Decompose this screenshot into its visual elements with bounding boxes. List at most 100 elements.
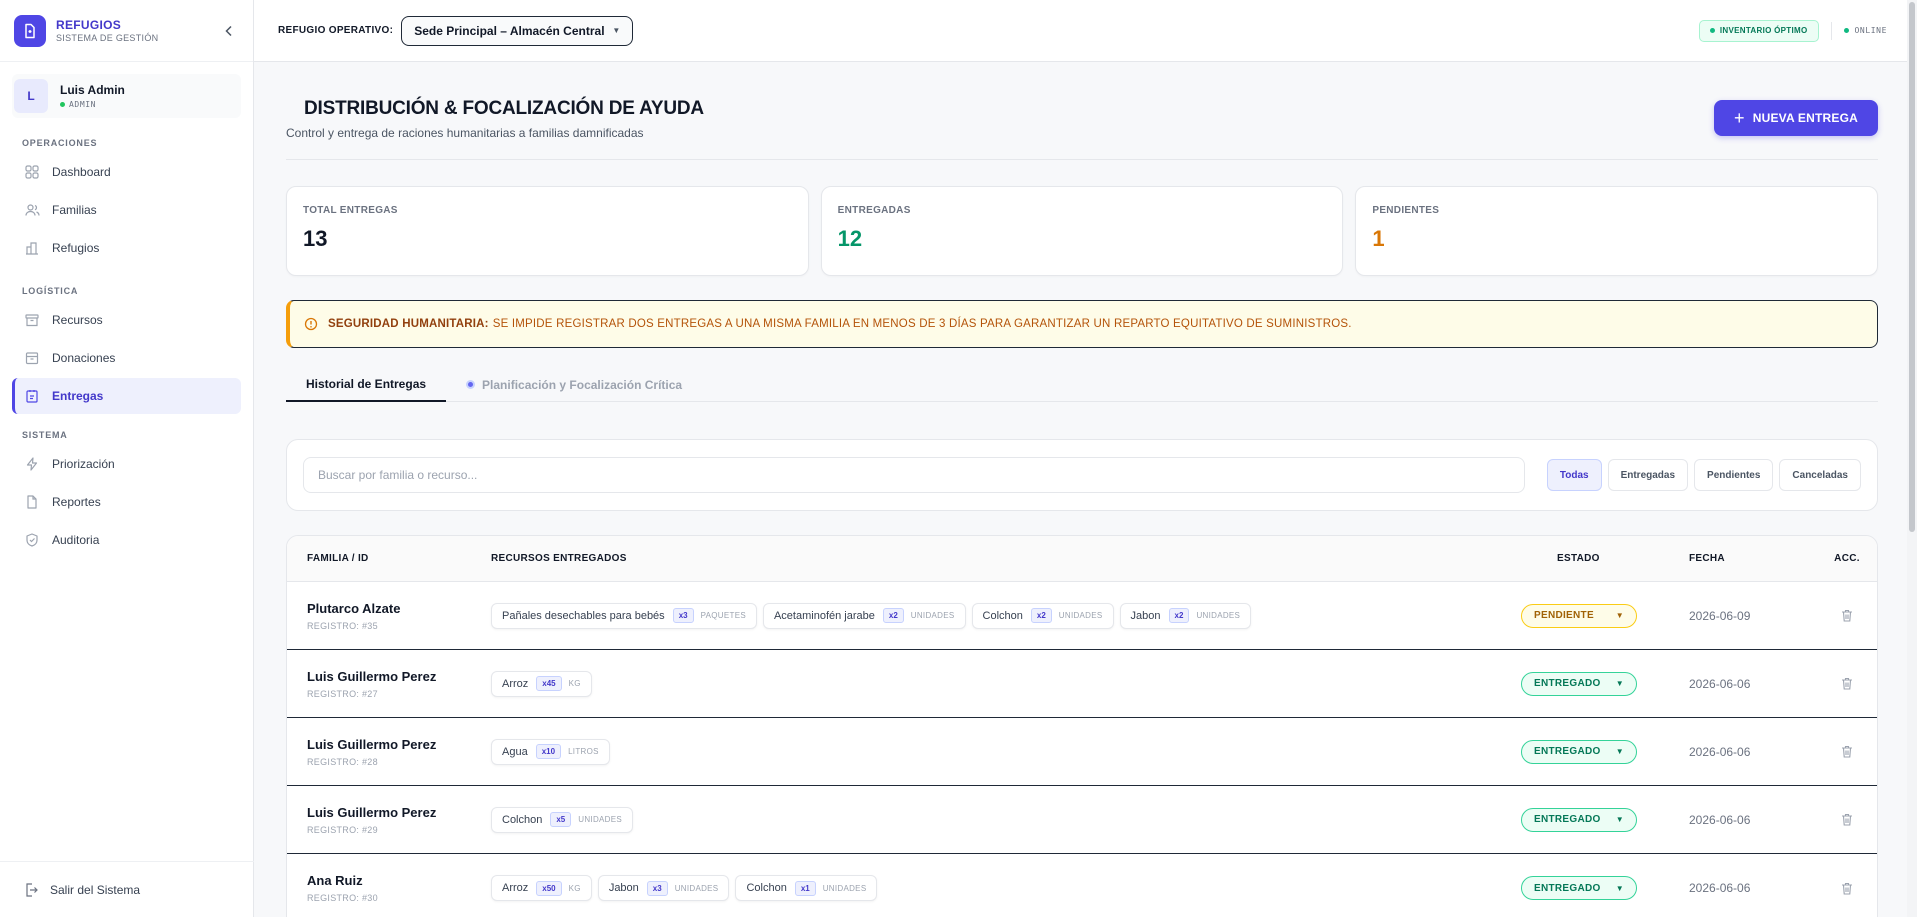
avatar: L	[14, 79, 48, 113]
family-cell: Luis Guillermo Perez REGISTRO: #29	[287, 805, 491, 835]
actions-cell	[1817, 882, 1877, 895]
date-cell: 2026-06-06	[1689, 676, 1751, 691]
sidebar-item-recursos[interactable]: Recursos	[12, 302, 241, 338]
column-header: ESTADO	[1557, 553, 1600, 564]
status-cell: ENTREGADO ▼	[1521, 739, 1689, 764]
sidebar-item-donaciones[interactable]: Donaciones	[12, 340, 241, 376]
family-id: REGISTRO: #30	[307, 893, 378, 903]
family-id: REGISTRO: #29	[307, 824, 378, 835]
alert-text: SE IMPIDE REGISTRAR DOS ENTREGAS A UNA M…	[492, 318, 1352, 330]
actions-cell	[1817, 813, 1877, 826]
page-header: DISTRIBUCIÓN & FOCALIZACIÓN DE AYUDA Con…	[286, 62, 1878, 160]
indicator-dot-icon	[466, 380, 476, 389]
shelter-select[interactable]: Sede Principal – Almacén Central ▼	[401, 15, 634, 46]
resources-cell: Arroz x45 KG	[491, 670, 1521, 697]
sidebar-item-label: Auditoria	[52, 533, 100, 547]
sidebar-item-reportes[interactable]: Reportes	[12, 484, 241, 520]
plus-icon: +	[1734, 108, 1745, 128]
archive-icon	[24, 312, 40, 328]
sidebar-item-label: Reportes	[52, 495, 101, 509]
logout-label: Salir del Sistema	[50, 882, 141, 897]
resource-chip: Agua x10 LITROS	[491, 738, 610, 765]
resource-name: Acetaminofén jarabe	[773, 609, 875, 622]
filter-canceladas-button[interactable]: Canceladas	[1779, 459, 1861, 491]
stat-value: 13	[303, 226, 328, 251]
sidebar-item-label: Priorización	[52, 457, 115, 471]
delete-button[interactable]	[1841, 882, 1853, 895]
sidebar-item-entregas[interactable]: Entregas	[12, 378, 241, 414]
status-dot-icon	[1709, 28, 1715, 33]
resource-name: Colchon	[746, 882, 787, 894]
date-cell: 2026-06-06	[1689, 812, 1751, 827]
scrollbar-thumb[interactable]	[1909, 2, 1915, 532]
caret-down-icon: ▼	[1615, 611, 1624, 620]
delete-button[interactable]	[1841, 609, 1853, 622]
status-dropdown[interactable]: ENTREGADO ▼	[1521, 739, 1637, 764]
clipboard-icon	[24, 388, 40, 404]
sidebar-item-priorizacion[interactable]: Priorización	[12, 446, 241, 482]
user-card[interactable]: L Luis Admin ADMIN	[12, 74, 241, 118]
family-cell: Luis Guillermo Perez REGISTRO: #28	[287, 737, 491, 767]
delete-button[interactable]	[1841, 813, 1853, 826]
search-input[interactable]: Buscar por familia o recurso...	[303, 457, 1525, 493]
sidebar-item-dashboard[interactable]: Dashboard	[12, 154, 241, 190]
sidebar-item-label: Refugios	[52, 241, 100, 255]
sidebar-item-auditoria[interactable]: Auditoria	[12, 522, 241, 558]
resource-quantity: x5	[550, 812, 572, 827]
status-dropdown[interactable]: ENTREGADO ▼	[1521, 876, 1637, 900]
status-cell: PENDIENTE ▼	[1521, 603, 1689, 628]
new-delivery-button[interactable]: + NUEVA ENTREGA	[1714, 100, 1878, 136]
shield-icon	[24, 532, 40, 548]
trash-icon	[1841, 609, 1853, 622]
family-id: REGISTRO: #35	[307, 620, 378, 631]
status-dropdown[interactable]: PENDIENTE ▼	[1521, 603, 1637, 628]
status-label: ENTREGADO	[1534, 746, 1601, 757]
users-icon	[24, 202, 40, 218]
user-role: ADMIN	[60, 100, 125, 109]
filter-pendientes-button[interactable]: Pendientes	[1694, 459, 1774, 491]
stat-card-entregadas: ENTREGADAS 12	[820, 186, 1344, 276]
brand-title: REFUGIOS	[56, 18, 122, 32]
lightning-icon	[24, 456, 40, 472]
shelter-logo-icon	[14, 14, 46, 47]
sidebar-item-familias[interactable]: Familias	[12, 192, 241, 228]
status-dropdown[interactable]: ENTREGADO ▼	[1521, 671, 1637, 696]
resource-name: Jabon	[608, 882, 639, 894]
stats-row: TOTAL ENTREGAS 13 ENTREGADAS 12 PENDIENT…	[286, 186, 1879, 276]
tab-planificacion[interactable]: Planificación y Focalización Crítica	[446, 367, 702, 402]
tab-historial[interactable]: Historial de Entregas	[286, 367, 447, 402]
column-header: ACC.	[1834, 553, 1860, 564]
resource-name: Colchon	[982, 609, 1023, 622]
delete-button[interactable]	[1841, 745, 1853, 758]
resource-unit: UNIDADES	[822, 883, 867, 893]
resource-chip: Arroz x50 KG	[491, 875, 592, 901]
sidebar-item-refugios[interactable]: Refugios	[12, 230, 241, 266]
resource-quantity: x2	[1168, 608, 1190, 623]
table-header: FAMILIA / ID RECURSOS ENTREGADOS ESTADO …	[287, 536, 1877, 582]
resource-chip: Colchon x1 UNIDADES	[735, 875, 878, 901]
chevron-left-icon	[225, 25, 232, 36]
delete-button[interactable]	[1841, 677, 1853, 690]
collapse-sidebar-button[interactable]	[219, 21, 239, 41]
sidebar-item-label: Dashboard	[52, 165, 111, 179]
stat-card-pendientes: PENDIENTES 1	[1355, 186, 1879, 276]
resource-chip: Acetaminofén jarabe x2 UNIDADES	[762, 602, 966, 629]
resource-quantity: x45	[536, 676, 562, 691]
column-header: RECURSOS ENTREGADOS	[491, 553, 627, 564]
resource-quantity: x50	[536, 880, 562, 896]
actions-cell	[1817, 745, 1877, 758]
resource-chip: Colchon x2 UNIDADES	[971, 602, 1114, 629]
resource-chip: Jabon x3 UNIDADES	[597, 875, 730, 901]
filter-entregadas-button[interactable]: Entregadas	[1607, 459, 1689, 491]
filter-todas-button[interactable]: Todas	[1546, 459, 1602, 491]
page-scrollbar[interactable]	[1907, 0, 1917, 917]
logout-button[interactable]: Salir del Sistema	[0, 861, 254, 917]
resource-chip: Arroz x45 KG	[491, 670, 592, 697]
resource-quantity: x1	[794, 880, 816, 896]
grid-icon	[24, 164, 40, 180]
trash-icon	[1841, 882, 1853, 895]
main-content: DISTRIBUCIÓN & FOCALIZACIÓN DE AYUDA Con…	[286, 62, 1879, 917]
status-dropdown[interactable]: ENTREGADO ▼	[1521, 807, 1637, 832]
resources-cell: Pañales desechables para bebés x3 PAQUET…	[491, 602, 1521, 629]
warning-circle-icon	[304, 317, 318, 331]
